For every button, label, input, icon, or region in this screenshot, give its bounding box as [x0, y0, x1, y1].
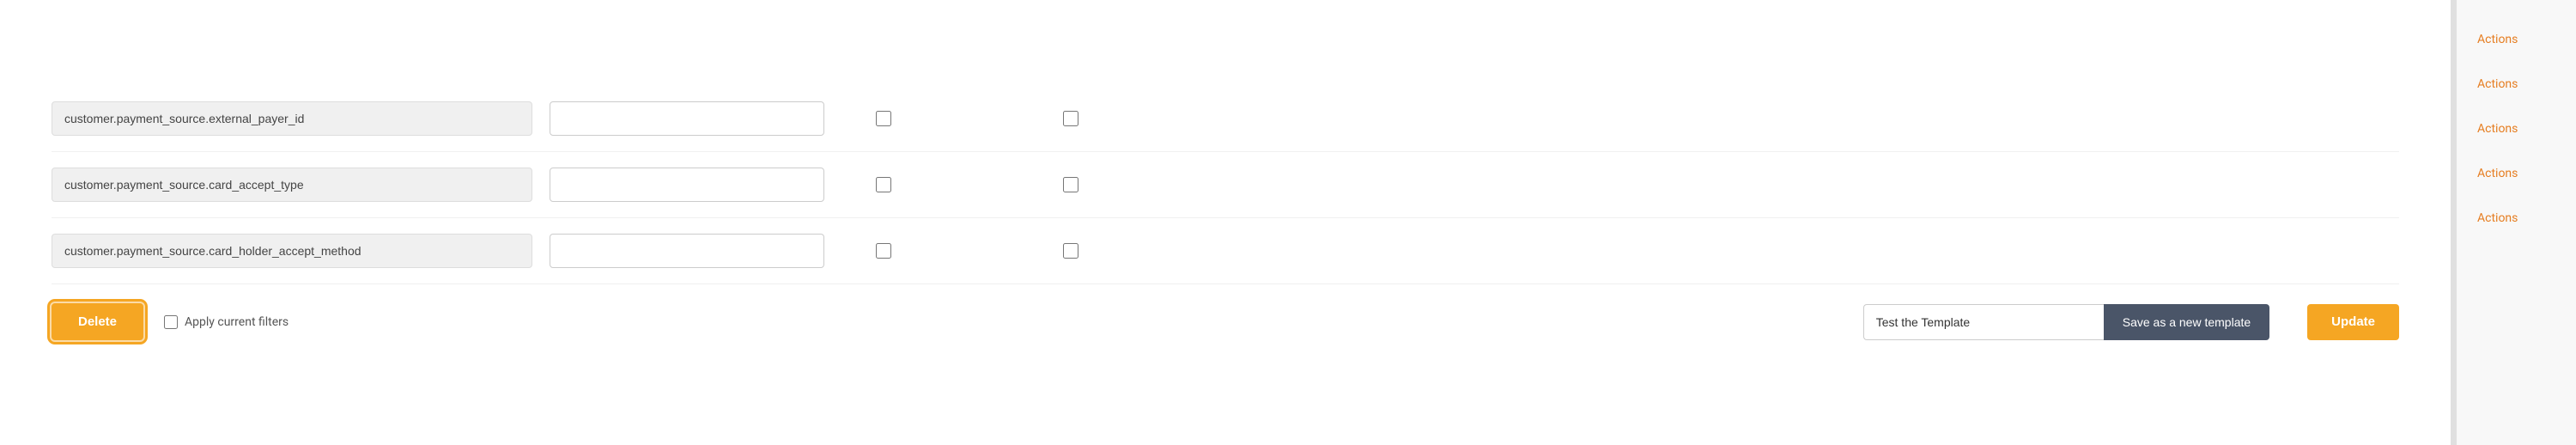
sidebar: Actions Actions Actions Actions Actions: [2456, 0, 2576, 445]
save-template-button[interactable]: Save as a new template: [2104, 304, 2269, 340]
template-group: Save as a new template: [1863, 304, 2269, 340]
sidebar-action-3[interactable]: Actions: [2457, 107, 2576, 151]
update-button[interactable]: Update: [2307, 304, 2399, 340]
table-row: [52, 218, 2399, 284]
field-input-3[interactable]: [52, 234, 532, 268]
table-row: [52, 86, 2399, 152]
sidebar-action-5[interactable]: Actions: [2457, 196, 2576, 241]
table-row: [52, 152, 2399, 218]
checkbox-2a[interactable]: [876, 177, 891, 192]
checkbox-item-2b[interactable]: [1063, 177, 1078, 192]
checkbox-group-1: [876, 111, 1078, 126]
field-input-1[interactable]: [52, 101, 532, 136]
checkbox-item-1b[interactable]: [1063, 111, 1078, 126]
checkbox-1b[interactable]: [1063, 111, 1078, 126]
template-name-input[interactable]: [1863, 304, 2104, 340]
checkbox-1a[interactable]: [876, 111, 891, 126]
checkbox-3b[interactable]: [1063, 243, 1078, 259]
value-input-1[interactable]: [550, 101, 824, 136]
value-input-3[interactable]: [550, 234, 824, 268]
checkbox-3a[interactable]: [876, 243, 891, 259]
apply-filters-text: Apply current filters: [185, 315, 289, 329]
sidebar-action-1[interactable]: Actions: [2457, 17, 2576, 62]
checkbox-item-1a[interactable]: [876, 111, 891, 126]
apply-filters-label: Apply current filters: [164, 315, 289, 329]
checkbox-group-2: [876, 177, 1078, 192]
checkbox-item-2a[interactable]: [876, 177, 891, 192]
sidebar-action-2[interactable]: Actions: [2457, 62, 2576, 107]
apply-filters-checkbox[interactable]: [164, 315, 178, 329]
field-input-2[interactable]: [52, 168, 532, 202]
bottom-bar: Delete Apply current filters Save as a n…: [52, 284, 2399, 359]
checkbox-item-3b[interactable]: [1063, 243, 1078, 259]
value-input-2[interactable]: [550, 168, 824, 202]
checkbox-2b[interactable]: [1063, 177, 1078, 192]
main-content: Delete Apply current filters Save as a n…: [0, 0, 2456, 445]
checkbox-group-3: [876, 243, 1078, 259]
delete-button[interactable]: Delete: [52, 303, 143, 340]
sidebar-action-4[interactable]: Actions: [2457, 151, 2576, 196]
checkbox-item-3a[interactable]: [876, 243, 891, 259]
